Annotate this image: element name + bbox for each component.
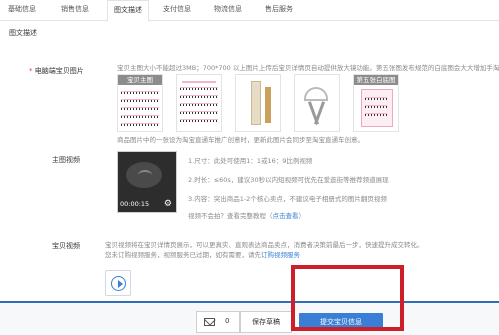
submit-highlight-box xyxy=(291,265,404,331)
main-images-hint: 宝贝主图大小不能超过3MB；700*700 以上图片上传后宝贝详情页自动提供放大… xyxy=(117,64,499,72)
save-draft-button[interactable]: 保存草稿 xyxy=(240,311,292,333)
main-image-1[interactable]: 宝贝主图 xyxy=(117,74,163,132)
tab-sales-info[interactable]: 销售信息 xyxy=(61,4,89,14)
tab-bar: 基础信息 销售信息 图文描述 支付信息 物流信息 售后服务 xyxy=(0,0,499,22)
item-video-service-prefix: 您未订购视频服务，视频服务已过期，如有需要，请先 xyxy=(105,251,261,259)
white-background-image-caption: 第五张白底图 xyxy=(354,75,398,85)
main-image-2[interactable] xyxy=(176,74,222,132)
tab-payment-info[interactable]: 支付信息 xyxy=(163,4,191,14)
bottom-action-bar: 0 保存草稿 提交宝贝信息 xyxy=(0,301,499,335)
video-tutorial-hint: 视频不会拍？查看完整教程（点击查看） xyxy=(188,211,305,221)
main-images-label-text: 电脑端宝贝图片 xyxy=(34,67,84,75)
eyelash-product-image xyxy=(121,87,159,128)
draft-count: 0 xyxy=(225,317,230,325)
video-tutorial-prefix: 视频不会拍？查看完整教程（ xyxy=(188,212,273,220)
main-image-caption: 宝贝主图 xyxy=(118,75,162,85)
tab-logistics-info[interactable]: 物流信息 xyxy=(214,4,242,14)
subscribe-video-service-link[interactable]: 订购视频服务 xyxy=(261,251,300,259)
draft-box-button[interactable]: 0 xyxy=(196,311,240,333)
item-video-label: 宝贝视频 xyxy=(52,242,80,250)
main-video-player[interactable]: 00:00:15 ⚙ xyxy=(117,151,177,213)
main-image-4[interactable] xyxy=(294,74,340,132)
item-video-service-hint: 您未订购视频服务，视频服务已过期，如有需要，请先订购视频服务 xyxy=(105,250,300,260)
video-tutorial-link[interactable]: 点击查看 xyxy=(273,212,299,220)
add-video-button[interactable] xyxy=(105,270,131,296)
section-title: 图文描述 xyxy=(9,29,37,37)
play-icon xyxy=(111,276,126,291)
video-tutorial-suffix: ） xyxy=(298,212,306,220)
main-images-sync-hint: 商品图片中的一张设为淘宝直通车推广创意时，更新此图片会同步至淘宝直通车创意。 xyxy=(117,136,364,144)
eyelash-box-image xyxy=(357,87,395,128)
tab-basic-info[interactable]: 基础信息 xyxy=(8,4,36,14)
main-images-label: * 电脑端宝贝图片 xyxy=(29,66,84,76)
required-mark: * xyxy=(29,67,33,75)
video-requirement-duration: 2.时长：≤60s，建议30秒以内短视频可优先在爱逛街等推荐频道展现 xyxy=(188,176,389,184)
video-requirement-content: 3.内容：突出商品1-2个核心卖点，不建议电子相册式的图片翻页视频 xyxy=(188,195,387,203)
item-video-hint: 宝贝视频将在宝贝详情页展示，可以更真实、直观表达商品卖点，消费者决策前最后一步，… xyxy=(105,241,424,249)
eyelash-product-image xyxy=(180,79,218,128)
mail-icon xyxy=(204,318,215,326)
tab-after-sales[interactable]: 售后服务 xyxy=(265,4,293,14)
video-duration: 00:00:15 xyxy=(120,200,150,208)
tab-description[interactable]: 图文描述 xyxy=(107,0,149,22)
main-image-5[interactable]: 第五张白底图 xyxy=(353,74,399,132)
main-image-3[interactable] xyxy=(235,74,281,132)
gear-icon[interactable]: ⚙ xyxy=(164,199,172,209)
main-video-label: 主图视频 xyxy=(52,156,80,164)
video-requirement-size: 1.尺寸：此处可使用1：1或16：9比例视频 xyxy=(188,157,313,165)
applicator-tool-image xyxy=(298,79,336,128)
glue-bottle-image xyxy=(239,79,277,128)
